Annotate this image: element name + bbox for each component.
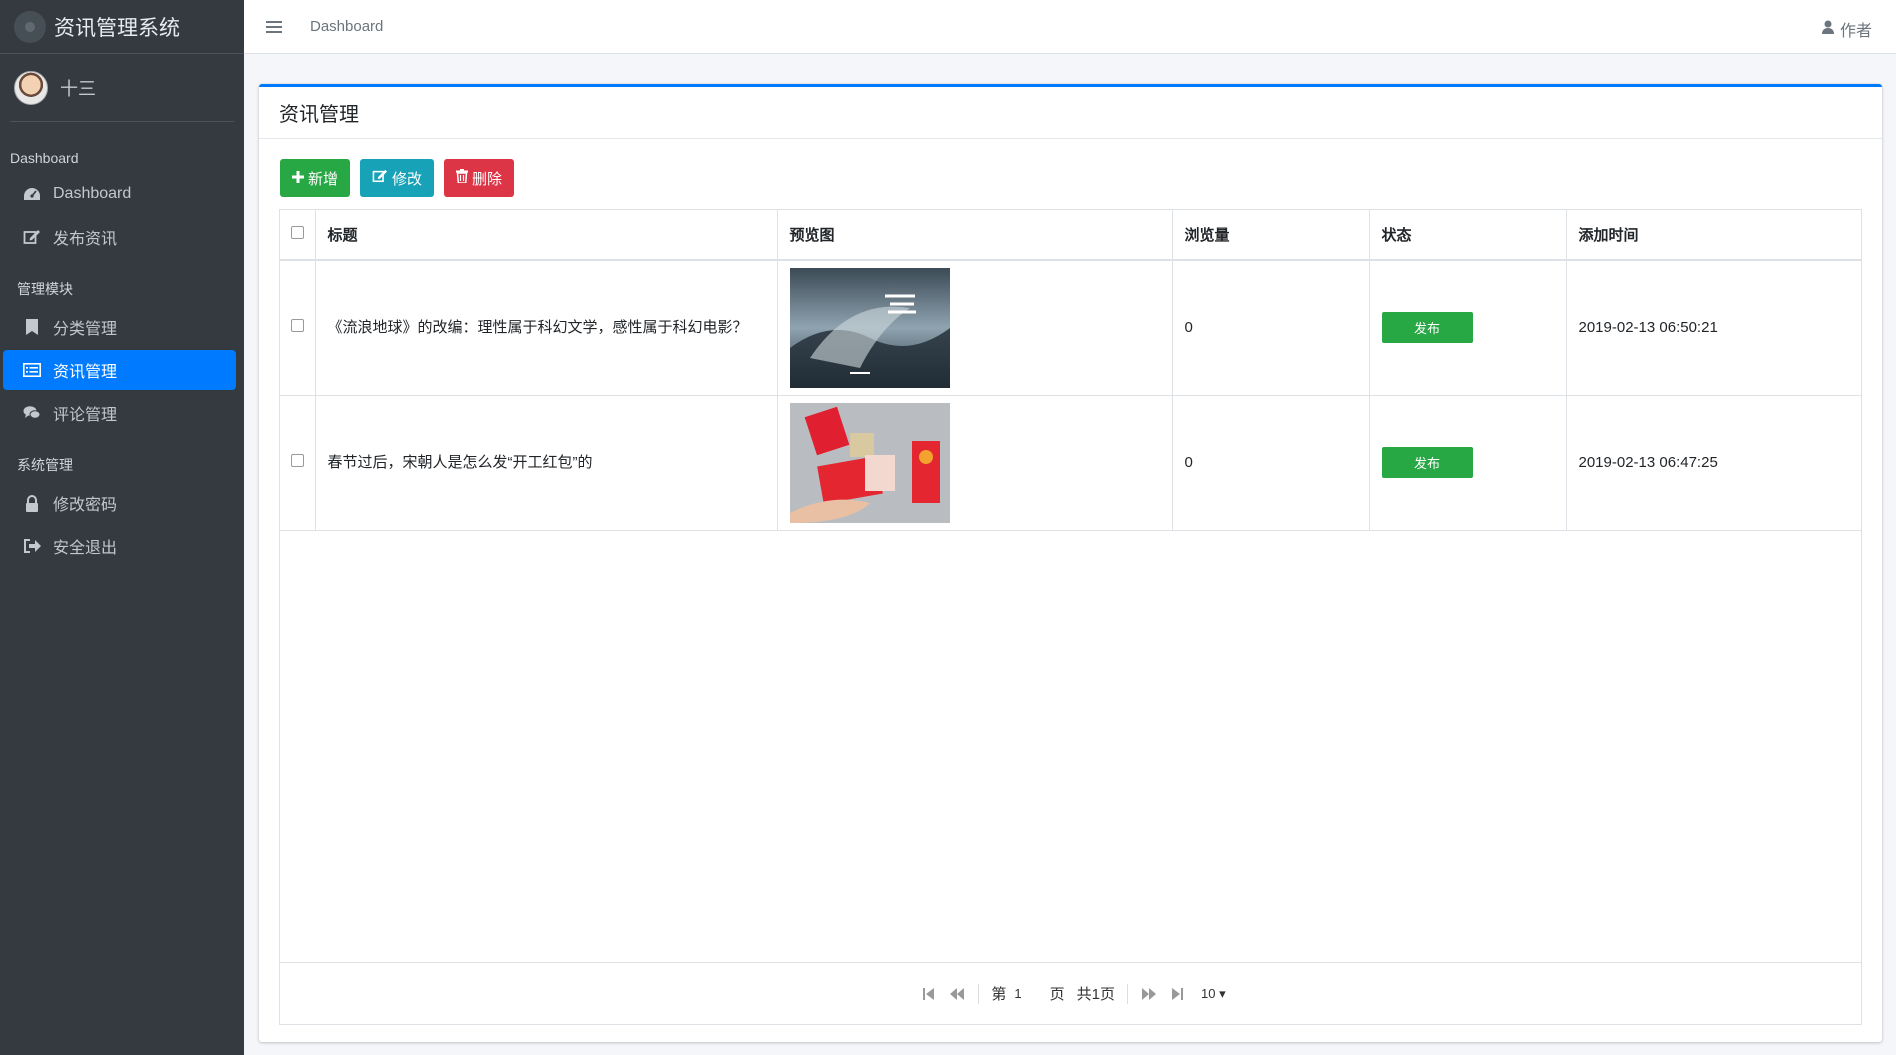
sidebar: 资讯管理系统 十三 Dashboard Dashboard 发布资讯 管理模块 …: [0, 0, 244, 1055]
sidebar-item-category[interactable]: 分类管理: [3, 307, 236, 347]
next-page-icon[interactable]: [1141, 987, 1156, 1000]
sidebar-item-label: 修改密码: [53, 497, 118, 514]
card-title: 资讯管理: [259, 87, 1882, 139]
caret-down-icon: ▾: [1219, 985, 1226, 1001]
sidebar-item-password[interactable]: 修改密码: [3, 483, 236, 523]
toolbar: 新增 修改 删除: [280, 159, 515, 197]
page-prefix: 第: [991, 986, 1007, 1003]
sidebar-item-dashboard[interactable]: Dashboard: [3, 174, 236, 214]
user-name: 十三: [60, 78, 96, 99]
page-suffix: 页: [1049, 986, 1065, 1003]
row-select-cell: [280, 395, 316, 531]
column-header-views[interactable]: 浏览量: [1172, 210, 1370, 261]
page-number-input[interactable]: 1: [1014, 986, 1021, 1001]
page-total: 共1页: [1076, 986, 1115, 1003]
status-cell: 发布: [1369, 260, 1567, 396]
menu-toggle-icon[interactable]: [266, 20, 282, 33]
row-checkbox[interactable]: [290, 319, 304, 333]
column-header-preview[interactable]: 预览图: [777, 210, 1173, 261]
user-panel[interactable]: 十三: [10, 54, 234, 122]
row-select-cell: [280, 260, 316, 396]
edit-icon: [21, 229, 43, 245]
sidebar-item-logout[interactable]: 安全退出: [3, 526, 236, 566]
nav-header-system: 系统管理: [17, 457, 73, 473]
sidebar-item-label: 评论管理: [53, 407, 118, 424]
status-badge: 发布: [1381, 312, 1473, 344]
views-cell: 0: [1172, 395, 1370, 531]
table-row[interactable]: 《流浪地球》的改编：理性属于科幻文学，感性属于科幻电影？ 0 发布 2019-0…: [280, 260, 1861, 396]
table-header-row: 标题 预览图 浏览量 状态 添加时间: [280, 210, 1861, 261]
pager-divider: [1126, 983, 1128, 1004]
select-all-cell: [280, 210, 316, 261]
last-page-icon[interactable]: [1171, 987, 1183, 1000]
prev-page-icon[interactable]: [950, 987, 965, 1000]
sidebar-item-label: 分类管理: [53, 321, 118, 338]
lock-icon: [21, 494, 43, 512]
brand-title: 资讯管理系统: [54, 16, 180, 40]
sidebar-item-label: 发布资讯: [53, 231, 118, 248]
add-button[interactable]: 新增: [280, 159, 351, 197]
edit-icon: [372, 169, 388, 187]
title-cell: 《流浪地球》的改编：理性属于科幻文学，感性属于科幻电影？: [315, 260, 778, 396]
nav-header-manage: 管理模块: [17, 281, 73, 297]
nav-header-dashboard: Dashboard: [10, 150, 79, 166]
added-time-cell: 2019-02-13 06:47:25: [1566, 395, 1861, 531]
author-menu[interactable]: 作者: [1821, 17, 1872, 41]
avatar: [14, 70, 48, 105]
views-cell: 0: [1172, 260, 1370, 396]
news-card: 资讯管理 新增 修改 删除 标题 预览图 浏览量 状态 添加时间 《流浪地球》的…: [259, 84, 1882, 1042]
delete-button[interactable]: 删除: [444, 159, 515, 197]
row-title: 《流浪地球》的改编：理性属于科幻文学，感性属于科幻电影？: [327, 318, 748, 336]
column-header-status[interactable]: 状态: [1369, 210, 1567, 261]
brand-logo-icon: [14, 10, 46, 43]
bookmark-icon: [21, 319, 43, 335]
column-header-title[interactable]: 标题: [315, 210, 778, 261]
delete-button-label: 删除: [472, 170, 503, 188]
preview-image[interactable]: [789, 402, 950, 523]
page-size-value: 10: [1200, 985, 1216, 1001]
select-all-checkbox[interactable]: [290, 226, 304, 239]
plus-icon: [292, 170, 304, 187]
added-time-cell: 2019-02-13 06:50:21: [1566, 260, 1861, 396]
sidebar-item-comments[interactable]: 评论管理: [3, 393, 236, 433]
preview-cell: [777, 395, 1173, 531]
row-title: 春节过后，宋朝人是怎么发“开工红包”的: [327, 453, 593, 471]
comments-icon: [21, 405, 43, 421]
breadcrumb[interactable]: Dashboard: [310, 18, 383, 35]
preview-image[interactable]: [789, 267, 950, 388]
user-icon: [1821, 20, 1834, 39]
list-icon: [21, 363, 43, 377]
edit-button[interactable]: 修改: [360, 159, 435, 197]
sidebar-item-publish[interactable]: 发布资讯: [3, 217, 236, 257]
title-cell: 春节过后，宋朝人是怎么发“开工红包”的: [315, 395, 778, 531]
edit-button-label: 修改: [392, 170, 423, 188]
pager-divider: [978, 983, 980, 1004]
status-cell: 发布: [1369, 395, 1567, 531]
trash-icon: [456, 169, 469, 187]
pagination: 第 1 页 共1页 10 ▾: [280, 962, 1861, 1024]
row-checkbox[interactable]: [290, 454, 304, 467]
table-row[interactable]: 春节过后，宋朝人是怎么发“开工红包”的 0 发布 2019-02-13 06:4…: [280, 395, 1861, 531]
sidebar-item-label: 安全退出: [53, 540, 118, 557]
news-table: 标题 预览图 浏览量 状态 添加时间 《流浪地球》的改编：理性属于科幻文学，感性…: [279, 209, 1862, 1025]
sidebar-item-label: Dashboard: [53, 185, 132, 202]
page-size-select[interactable]: 10 ▾: [1201, 986, 1226, 1002]
sidebar-item-label: 资讯管理: [53, 364, 118, 381]
preview-cell: [777, 260, 1173, 396]
sidebar-item-news[interactable]: 资讯管理: [3, 350, 236, 390]
author-label: 作者: [1839, 23, 1872, 40]
dashboard-icon: [21, 186, 43, 202]
first-page-icon[interactable]: [923, 987, 935, 1000]
top-navbar: Dashboard 作者: [244, 0, 1896, 54]
add-button-label: 新增: [308, 170, 339, 188]
brand-link[interactable]: 资讯管理系统: [0, 0, 244, 54]
sign-out-icon: [21, 538, 43, 554]
status-badge: 发布: [1381, 447, 1473, 478]
column-header-added[interactable]: 添加时间: [1566, 210, 1861, 261]
